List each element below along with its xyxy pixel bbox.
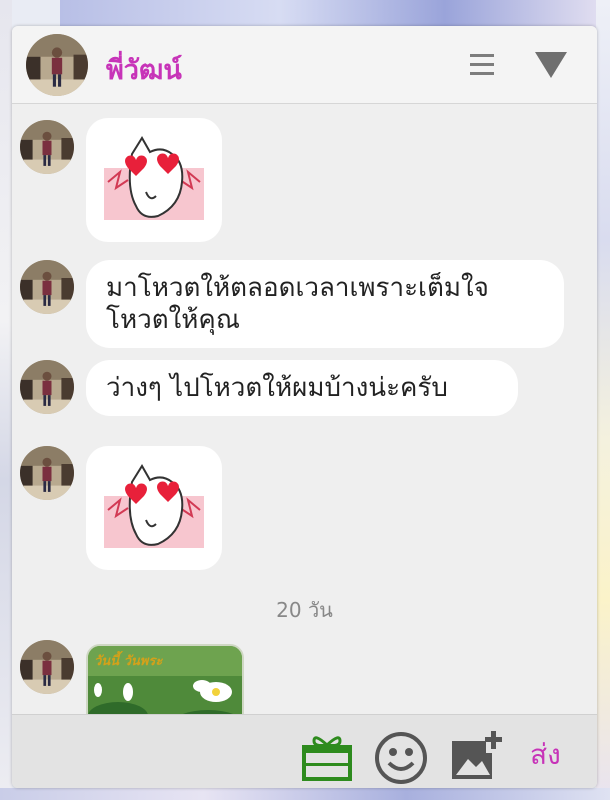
avatar-photo-icon (20, 260, 74, 314)
background-bottom-strip (0, 788, 610, 800)
text-message[interactable]: ว่างๆ ไปโหวตให้ผมบ้างน่ะครับ (86, 360, 518, 416)
avatar-photo-icon (20, 120, 74, 174)
send-button[interactable]: ส่ง (530, 733, 561, 777)
sender-avatar[interactable] (20, 640, 74, 694)
sticker-message[interactable] (86, 446, 222, 570)
contact-avatar[interactable] (26, 34, 88, 96)
sender-avatar[interactable] (20, 360, 74, 414)
avatar-photo-icon (26, 34, 88, 96)
image-caption: วันนี้ วันพระ (94, 654, 163, 669)
chat-footer: ส่ง (12, 714, 597, 788)
message-line: โหวตให้คุณ (106, 305, 240, 335)
avatar-photo-icon (20, 360, 74, 414)
gift-icon[interactable] (300, 733, 354, 781)
add-photo-icon[interactable] (450, 729, 502, 781)
hamburger-menu-icon[interactable] (470, 54, 496, 78)
heart-eyes-cat-sticker-icon (104, 464, 204, 548)
sender-avatar[interactable] (20, 446, 74, 500)
sender-avatar[interactable] (20, 260, 74, 314)
avatar-photo-icon (20, 446, 74, 500)
message-line: มาโหวตให้ตลอดเวลาเพราะเต็มใจ (106, 273, 489, 303)
background-right-strip (596, 0, 610, 800)
background-left-strip (0, 0, 12, 800)
chat-window: พี่วัฒน์ มาโหวตให้ตลอดเวลาเพราะเต็มใจ โห… (12, 26, 597, 788)
avatar-photo-icon (20, 640, 74, 694)
text-message[interactable]: มาโหวตให้ตลอดเวลาเพราะเต็มใจ โหวตให้คุณ (86, 260, 564, 348)
chat-header: พี่วัฒน์ (12, 26, 597, 104)
message-line: ว่างๆ ไปโหวตให้ผมบ้างน่ะครับ (106, 373, 448, 403)
date-divider: 20 วัน (276, 598, 333, 622)
contact-name[interactable]: พี่วัฒน์ (106, 48, 182, 91)
smiley-icon[interactable] (374, 731, 428, 785)
sender-avatar[interactable] (20, 120, 74, 174)
heart-eyes-cat-sticker-icon (104, 136, 204, 220)
triangle-down-icon[interactable] (534, 50, 568, 80)
sticker-message[interactable] (86, 118, 222, 242)
